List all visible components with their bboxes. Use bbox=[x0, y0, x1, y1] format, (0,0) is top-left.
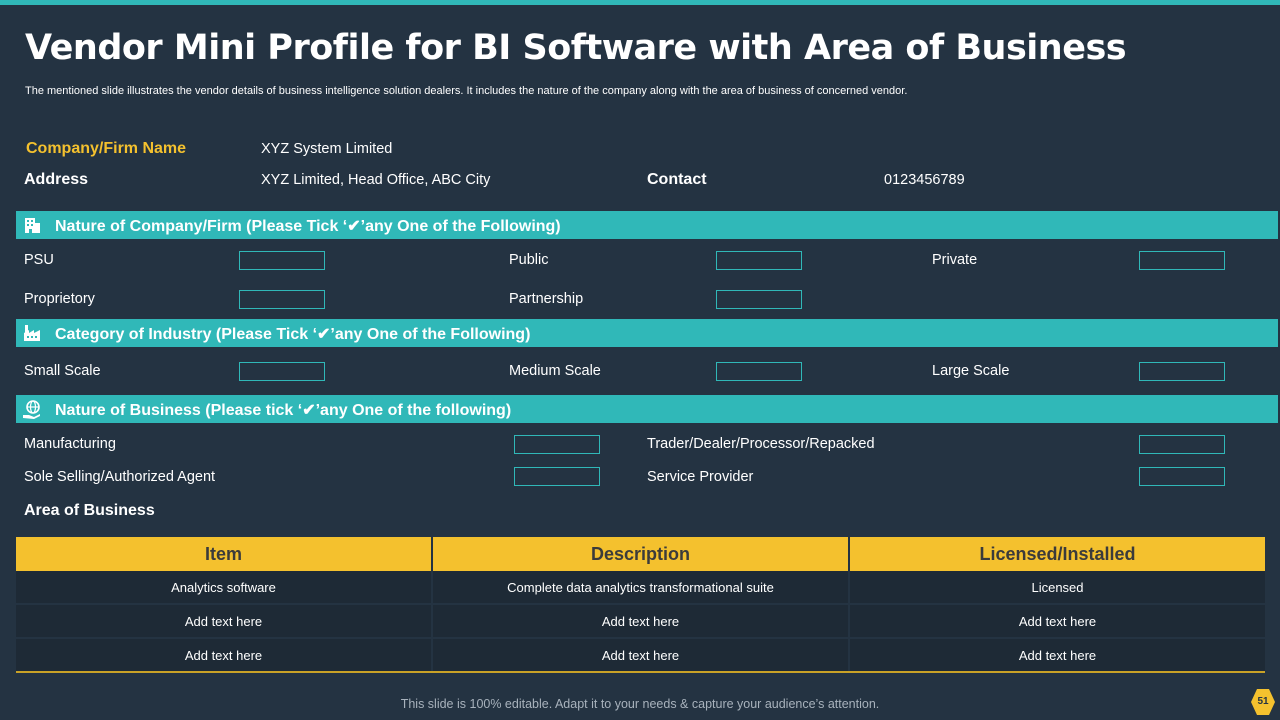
option-trader-label: Trader/Dealer/Processor/Repacked bbox=[647, 436, 875, 452]
address-label: Address bbox=[24, 171, 89, 188]
table-row: Add text here Add text here Add text her… bbox=[16, 604, 1265, 639]
factory-icon bbox=[22, 323, 42, 343]
building-icon bbox=[22, 215, 42, 235]
table-cell: Add text here bbox=[432, 604, 850, 639]
footer-note: This slide is 100% editable. Adapt it to… bbox=[400, 697, 880, 711]
option-large-scale-label: Large Scale bbox=[932, 363, 1010, 379]
table-row: Add text here Add text here Add text her… bbox=[16, 638, 1265, 673]
table-cell: Add text here bbox=[432, 638, 850, 673]
category-of-industry-heading: Category of Industry (Please Tick ‘✔’any… bbox=[55, 326, 531, 343]
top-accent-bar bbox=[0, 0, 1280, 5]
option-manufacturing-checkbox[interactable] bbox=[514, 435, 600, 454]
option-sole-selling-label: Sole Selling/Authorized Agent bbox=[24, 469, 216, 485]
option-psu-label: PSU bbox=[24, 252, 54, 268]
option-private-checkbox[interactable] bbox=[1139, 251, 1225, 270]
option-partnership-checkbox[interactable] bbox=[716, 290, 802, 309]
nature-of-business-header: Nature of Business (Please tick ‘✔’any O… bbox=[16, 395, 1278, 423]
option-medium-scale-label: Medium Scale bbox=[509, 363, 601, 379]
option-proprietory-checkbox[interactable] bbox=[239, 290, 325, 309]
option-trader-checkbox[interactable] bbox=[1139, 435, 1225, 454]
contact-value: 0123456789 bbox=[884, 172, 965, 188]
option-partnership-label: Partnership bbox=[509, 291, 584, 307]
table-cell: Add text here bbox=[849, 604, 1265, 639]
area-of-business-table: Item Description Licensed/Installed Anal… bbox=[16, 537, 1265, 673]
table-cell: Licensed bbox=[849, 571, 1265, 605]
table-row: Analytics software Complete data analyti… bbox=[16, 571, 1265, 605]
nature-of-business-heading: Nature of Business (Please tick ‘✔’any O… bbox=[55, 402, 512, 419]
company-name-label: Company/Firm Name bbox=[26, 140, 187, 157]
area-of-business-label: Area of Business bbox=[24, 502, 155, 519]
table-header-row: Item Description Licensed/Installed bbox=[16, 537, 1265, 571]
company-name-value: XYZ System Limited bbox=[261, 141, 393, 157]
page-title: Vendor Mini Profile for BI Software with… bbox=[25, 28, 1127, 68]
option-medium-scale-checkbox[interactable] bbox=[716, 362, 802, 381]
address-value: XYZ Limited, Head Office, ABC City bbox=[261, 172, 491, 188]
option-large-scale-checkbox[interactable] bbox=[1139, 362, 1225, 381]
option-service-provider-checkbox[interactable] bbox=[1139, 467, 1225, 486]
globe-hand-icon bbox=[22, 399, 42, 419]
column-header-description: Description bbox=[432, 537, 850, 571]
table-cell: Add text here bbox=[16, 638, 433, 673]
option-small-scale-checkbox[interactable] bbox=[239, 362, 325, 381]
table-cell: Add text here bbox=[16, 604, 433, 639]
option-small-scale-label: Small Scale bbox=[24, 363, 101, 379]
table-cell: Complete data analytics transformational… bbox=[432, 571, 850, 605]
nature-of-company-header: Nature of Company/Firm (Please Tick ‘✔’a… bbox=[16, 211, 1278, 239]
option-proprietory-label: Proprietory bbox=[24, 291, 95, 307]
option-sole-selling-checkbox[interactable] bbox=[514, 467, 600, 486]
page-subtitle: The mentioned slide illustrates the vend… bbox=[25, 85, 908, 97]
table-cell: Add text here bbox=[849, 638, 1265, 673]
table-cell: Analytics software bbox=[16, 571, 433, 605]
page-number-badge: 51 bbox=[1251, 689, 1275, 715]
column-header-licensed: Licensed/Installed bbox=[849, 537, 1265, 571]
nature-of-company-heading: Nature of Company/Firm (Please Tick ‘✔’a… bbox=[55, 218, 561, 235]
option-psu-checkbox[interactable] bbox=[239, 251, 325, 270]
contact-label: Contact bbox=[647, 171, 707, 188]
option-public-label: Public bbox=[509, 252, 549, 268]
column-header-item: Item bbox=[16, 537, 433, 571]
category-of-industry-header: Category of Industry (Please Tick ‘✔’any… bbox=[16, 319, 1278, 347]
option-manufacturing-label: Manufacturing bbox=[24, 436, 116, 452]
option-public-checkbox[interactable] bbox=[716, 251, 802, 270]
option-private-label: Private bbox=[932, 252, 978, 268]
option-service-provider-label: Service Provider bbox=[647, 469, 754, 485]
